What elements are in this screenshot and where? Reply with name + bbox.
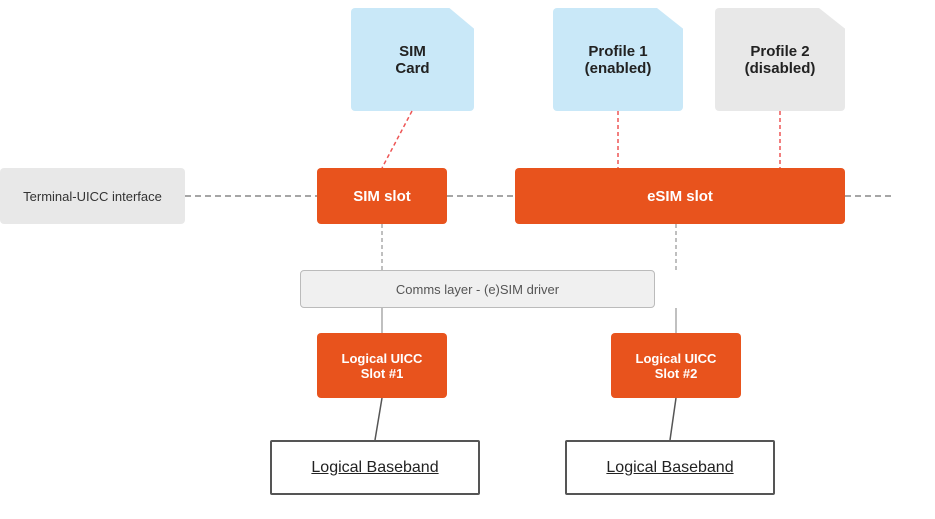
comms-layer-box: Comms layer - (e)SIM driver xyxy=(300,270,655,308)
profile2-box: Profile 2 (disabled) xyxy=(715,8,845,111)
logical-baseband2-label: Logical Baseband xyxy=(606,459,733,477)
diagram-container: SIM Card Profile 1 (enabled) Profile 2 (… xyxy=(0,0,935,519)
logical-uicc2-box: Logical UICC Slot #2 xyxy=(611,333,741,398)
profile1-label: Profile 1 (enabled) xyxy=(585,43,652,77)
terminal-uicc-label: Terminal-UICC interface xyxy=(23,189,162,204)
esim-slot-box: eSIM slot xyxy=(515,168,845,224)
comms-layer-label: Comms layer - (e)SIM driver xyxy=(396,282,559,297)
logical-uicc2-label: Logical UICC Slot #2 xyxy=(636,351,717,381)
logical-uicc1-box: Logical UICC Slot #1 xyxy=(317,333,447,398)
logical-baseband1-label: Logical Baseband xyxy=(311,459,438,477)
sim-slot-label: SIM slot xyxy=(353,188,411,205)
logical-baseband2-box: Logical Baseband xyxy=(565,440,775,495)
logical-uicc1-label: Logical UICC Slot #1 xyxy=(342,351,423,381)
profile2-label: Profile 2 (disabled) xyxy=(745,43,816,77)
profile1-box: Profile 1 (enabled) xyxy=(553,8,683,111)
sim-card-label: SIM Card xyxy=(395,43,429,77)
sim-card-box: SIM Card xyxy=(351,8,474,111)
esim-slot-label: eSIM slot xyxy=(647,188,713,205)
sim-slot-box: SIM slot xyxy=(317,168,447,224)
terminal-uicc-area: Terminal-UICC interface xyxy=(0,168,185,224)
logical-baseband1-box: Logical Baseband xyxy=(270,440,480,495)
